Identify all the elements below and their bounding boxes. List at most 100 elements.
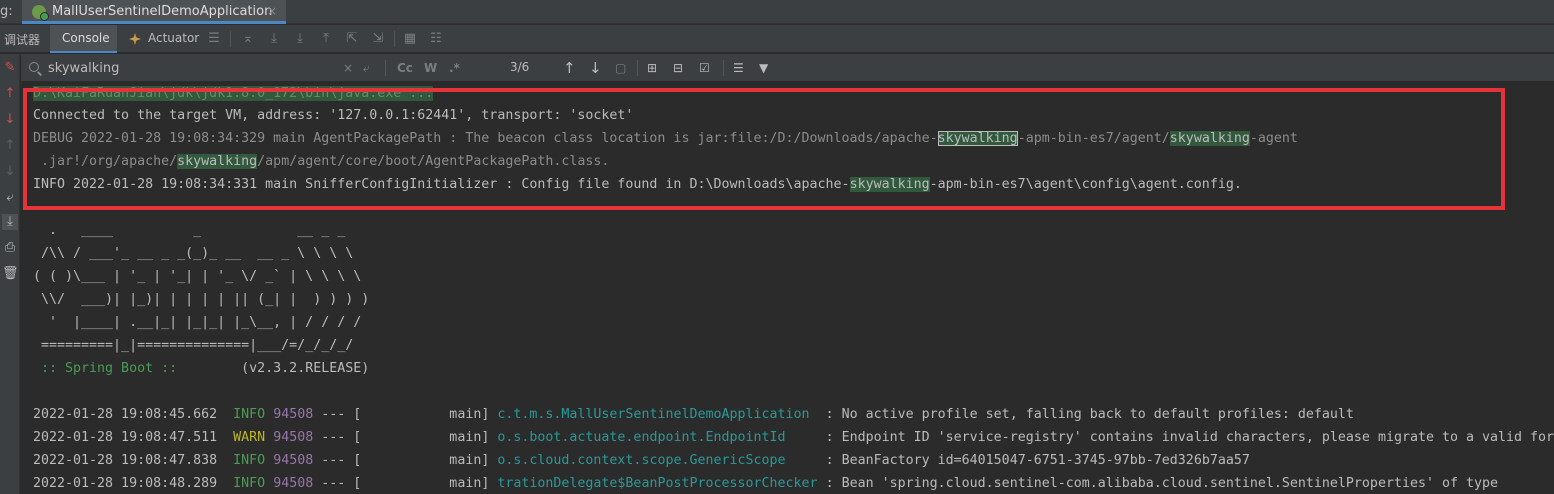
step-out-icon[interactable]: ⤒ [318,31,334,47]
evaluate-expression-icon[interactable]: ▦ [402,31,418,47]
log-logger: trationDelegate$BeanPostProcessorChecker [497,476,818,491]
select-all-occurrences-icon[interactable]: ▢ [615,59,626,77]
log-timestamp: 2022-01-28 19:08:45.662 [33,407,218,422]
log-thread: --- [ main] [313,476,498,491]
select-occurrences-icon[interactable]: ☑ [699,59,710,77]
log-thread: --- [ main] [313,430,498,445]
console-line-info: INFO 2022-01-28 19:08:34:331 main Sniffe… [33,173,1242,196]
tab-strip: g: MallUserSentinelDemoApplication × [0,0,1554,24]
tab-console[interactable]: Console [50,25,117,53]
spring-boot-label: :: Spring Boot :: [33,361,178,376]
debug-text: -apm-bin-es7/agent/ [1017,131,1170,146]
newline-icon[interactable]: ⤶ [363,59,370,77]
log-level: INFO [233,407,266,422]
debug-text: -agent [1249,131,1298,146]
log-message: : Bean 'spring.cloud.sentinel-com.alibab… [817,476,1499,491]
filter-icon[interactable]: ▼ [759,59,768,77]
log-logger: o.s.cloud.context.scope.GenericScope [497,453,818,468]
trace-settings-icon[interactable]: ☷ [428,31,444,47]
print-icon[interactable]: ⎙ [2,240,18,256]
match-case-toggle[interactable]: Cc [397,59,413,77]
drop-frame-icon[interactable]: ⇱ [344,31,360,47]
scroll-to-end-icon[interactable]: ⤓ [2,214,18,230]
add-occurrence-icon[interactable]: ⊞ [647,59,657,77]
search-match-current: skywalking [937,131,1018,146]
words-toggle[interactable]: W [424,59,437,77]
filter-lines-icon[interactable]: ☰ [733,59,744,77]
search-match: skywalking [1169,131,1250,146]
console-line: D:\KaiFaRuanJian\jdk\jdk1.8.0_172\bin\ja… [33,82,434,105]
log-level: INFO [233,476,266,491]
banner-line: . ____ _ __ _ _ [33,223,346,238]
console-line-connected: Connected to the target VM, address: '12… [33,108,634,123]
debug-text: .jar!/org/apache/ [33,154,178,169]
log-message: : Endpoint ID 'service-registry' contain… [817,430,1554,445]
log-thread: --- [ main] [313,407,498,422]
log-pid: 94508 [273,430,314,445]
previous-occurrence-icon[interactable]: ↑ [563,59,576,77]
down-arrow-icon[interactable]: ↓ [2,112,18,128]
java-command-line: D:\KaiFaRuanJian\jdk\jdk1.8.0_172\bin\ja… [33,86,434,101]
log-message: : BeanFactory id=64015047-6751-3745-97bb… [817,453,1250,468]
log-timestamp: 2022-01-28 19:08:47.838 [33,453,218,468]
log-message: : No active profile set, falling back to… [817,407,1354,422]
info-text: -apm-bin-es7\agent\config\agent.config. [929,177,1242,192]
debug-text: DEBUG 2022-01-28 19:08:34:329 main Agent… [33,131,938,146]
remove-occurrence-icon[interactable]: ⊟ [673,59,683,77]
tab-run-config-label: MallUserSentinelDemoApplication [52,4,273,19]
console-line-debug-cont: .jar!/org/apache/skywalking/apm/agent/co… [33,150,609,173]
layout-menu-icon[interactable]: ☰ [206,31,222,47]
run-to-cursor-icon[interactable]: ⇲ [370,31,386,47]
toolbar-separator [230,31,231,47]
up-arrow-disabled-icon[interactable]: ↑ [2,138,18,154]
show-execution-point-icon[interactable]: ⌅ [240,31,256,47]
clear-search-icon[interactable]: × [343,59,353,77]
console-output[interactable]: D:\KaiFaRuanJian\jdk\jdk1.8.0_172\bin\ja… [21,82,1554,494]
search-input[interactable] [48,58,358,78]
search-separator [385,60,386,76]
debug-text: /apm/agent/core/boot/AgentPackagePath.cl… [257,154,610,169]
soft-wrap-icon[interactable]: ⤶ [2,190,18,206]
step-over-icon[interactable]: ⤓ [266,31,282,47]
search-separator [637,60,638,76]
tab-run-config[interactable]: MallUserSentinelDemoApplication [22,0,286,24]
toolbar-separator [394,31,395,47]
tab-close-icon[interactable]: × [267,4,277,18]
log-line: 2022-01-28 19:08:47.838 INFO 94508 --- [… [33,449,1250,472]
find-bar: × ⤶ Cc W .* 3/6 ↑ ↓ ▢ ⊞ ⊟ ☑ ☰ ▼ [21,54,1554,82]
tab-actuator[interactable]: Actuator [148,31,199,45]
trash-icon[interactable]: 🗑 [2,266,19,282]
spring-boot-version-line: :: Spring Boot :: (v2.3.2.RELEASE) [33,357,369,380]
run-toolbar: 调试器 Console Actuator ☰ ⌅ ⤓ ⤓ ⤒ ⇱ ⇲ ▦ ☷ [0,25,1554,53]
banner-line: ( ( )\___ | '_ | '_| | '_ \/ _` | \ \ \ … [33,269,362,284]
log-line: 2022-01-28 19:08:47.511 WARN 94508 --- [… [33,426,1554,449]
log-logger: c.t.m.s.MallUserSentinelDemoApplication [497,407,818,422]
next-occurrence-icon[interactable]: ↓ [589,59,602,77]
log-level: INFO [233,453,266,468]
match-count: 3/6 [510,60,530,74]
tab-console-label: Console [62,31,110,45]
log-level: WARN [233,430,266,445]
log-thread: --- [ main] [313,453,498,468]
step-into-icon[interactable]: ⤓ [292,31,308,47]
actuator-icon [129,33,141,45]
search-icon[interactable] [29,62,39,72]
tab-strip-prefix: g: [0,4,13,19]
search-match: skywalking [849,177,930,192]
log-timestamp: 2022-01-28 19:08:47.511 [33,430,218,445]
console-line-debug: DEBUG 2022-01-28 19:08:34:329 main Agent… [33,127,1298,150]
banner-line: ' |____| .__|_| |_|_| |_\__, | / / / / [33,315,362,330]
tab-debugger[interactable]: 调试器 [4,31,40,48]
up-arrow-icon[interactable]: ↑ [2,86,18,102]
log-line: 2022-01-28 19:08:48.289 INFO 94508 --- [… [33,472,1498,494]
banner-line: =========|_|==============|___/=/_/_/_/ [33,338,354,353]
down-arrow-disabled-icon[interactable]: ↓ [2,164,18,180]
banner-line: \\/ ___)| |_)| | | | | || (_| | ) ) ) ) [33,292,370,307]
regex-toggle[interactable]: .* [449,59,460,77]
log-timestamp: 2022-01-28 19:08:48.289 [33,476,218,491]
log-pid: 94508 [273,476,314,491]
edit-icon[interactable]: ✎ [2,60,18,76]
console-gutter: ✎ ↑ ↓ ↑ ↓ ⤶ ⤓ ⎙ 🗑 [0,54,20,494]
spring-boot-version: (v2.3.2.RELEASE) [177,361,370,376]
banner-line: /\\ / ___'_ __ _ _(_)_ __ __ _ \ \ \ \ [33,246,354,261]
